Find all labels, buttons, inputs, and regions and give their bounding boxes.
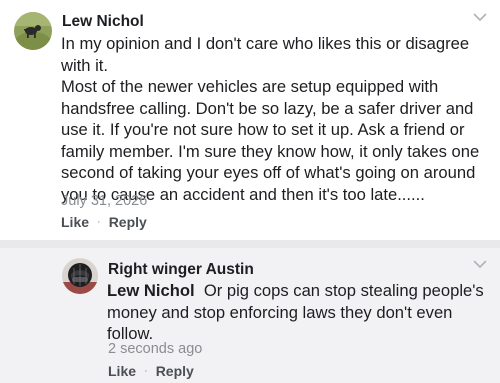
comment-lew-nichol: Lew Nichol In my opinion and I don't car…	[0, 0, 500, 240]
chevron-down-icon[interactable]	[473, 13, 487, 22]
like-button[interactable]: Like	[61, 214, 89, 230]
avatar[interactable]	[14, 12, 52, 50]
helmet-avatar-icon	[62, 258, 98, 294]
chevron-down-icon[interactable]	[473, 260, 487, 269]
comment-paragraph: Most of the newer vehicles are setup equ…	[61, 77, 480, 204]
reply-paragraph: Lew Nichol Or pig cops can stop stealing…	[107, 280, 495, 345]
reply-author[interactable]: Right winger Austin	[108, 261, 254, 279]
comment-actions: Like · Reply	[61, 214, 147, 230]
reply-timestamp: 2 seconds ago	[108, 341, 203, 357]
comment-thread: Lew Nichol In my opinion and I don't car…	[0, 0, 500, 383]
reply-button[interactable]: Reply	[156, 363, 194, 379]
reply-body: Lew Nichol Or pig cops can stop stealing…	[107, 280, 495, 345]
avatar[interactable]	[62, 258, 98, 294]
comment-paragraph: In my opinion and I don't care who likes…	[61, 34, 470, 75]
mention-tag[interactable]: Lew Nichol	[107, 281, 195, 300]
comment-author[interactable]: Lew Nichol	[62, 13, 144, 31]
reply-button[interactable]: Reply	[109, 214, 147, 230]
separator-dot: ·	[144, 365, 148, 377]
comment-body: In my opinion and I don't care who likes…	[61, 33, 493, 205]
like-button[interactable]: Like	[108, 363, 136, 379]
separator-dot: ·	[97, 216, 101, 228]
divider	[0, 240, 500, 248]
reply-actions: Like · Reply	[108, 363, 194, 379]
comment-timestamp: July 31, 2026	[61, 193, 148, 209]
dog-on-grass-avatar-icon	[14, 12, 52, 50]
